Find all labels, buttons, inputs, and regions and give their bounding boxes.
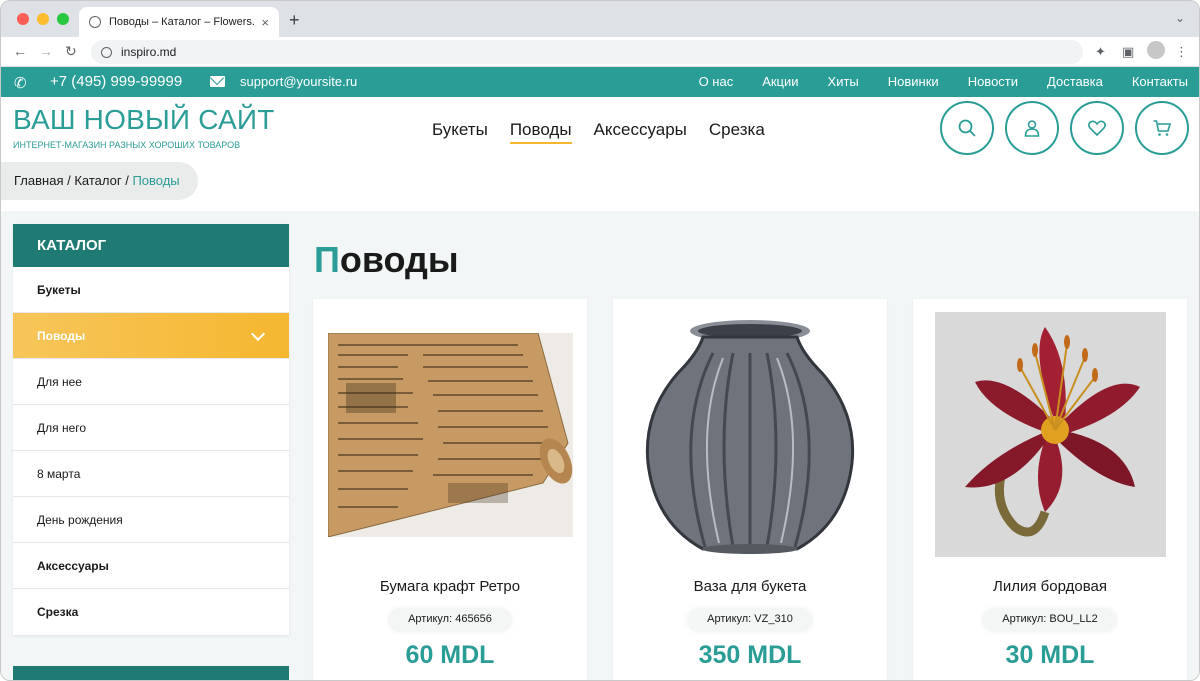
glass-vase-image — [633, 313, 867, 557]
window-controls — [17, 13, 69, 25]
browser-window: Поводы – Каталог – Flowers.Inspiro × + ⌄… — [0, 0, 1200, 681]
back-arrow-icon[interactable]: ← — [13, 43, 27, 59]
product-name[interactable]: Ваза для букета — [613, 578, 887, 595]
cart-button[interactable] — [1135, 101, 1189, 155]
sidebar-item-bouquets[interactable]: Букеты — [13, 267, 289, 313]
page-title-initial: П — [314, 239, 340, 280]
newspaper-kraft-paper-image — [328, 333, 573, 537]
top-nav-about[interactable]: О нас — [699, 74, 734, 89]
tab-bar: Поводы – Каталог – Flowers.Inspiro × + ⌄ — [1, 1, 1199, 37]
burgundy-lily-image — [935, 312, 1166, 557]
mail-icon — [210, 76, 225, 87]
url-input[interactable]: inspiro.md — [91, 40, 1083, 64]
top-nav-news[interactable]: Новости — [968, 74, 1018, 89]
forward-arrow-icon[interactable]: → — [39, 43, 53, 59]
heart-icon — [1088, 120, 1106, 137]
nav-accessories[interactable]: Аксессуары — [594, 120, 687, 144]
page-title-rest: оводы — [339, 239, 459, 280]
menu-icon[interactable]: ⋮ — [1175, 44, 1188, 60]
sidepanel-icon[interactable]: ▣ — [1122, 44, 1134, 60]
breadcrumb: Главная / Каталог / Поводы — [1, 162, 198, 200]
top-nav-new[interactable]: Новинки — [888, 74, 939, 89]
profile-avatar[interactable] — [1147, 41, 1165, 59]
breadcrumb-separator: / — [63, 173, 75, 188]
breadcrumb-separator: / — [121, 173, 133, 188]
account-button[interactable] — [1005, 101, 1059, 155]
breadcrumb-home[interactable]: Главная — [14, 173, 63, 188]
cart-icon — [1153, 120, 1172, 136]
address-bar: ← → ↻ inspiro.md ✦ ▣ ⋮ — [1, 37, 1199, 67]
search-icon — [958, 119, 976, 137]
sidebar-item-label: Поводы — [37, 329, 86, 343]
product-name[interactable]: Бумага крафт Ретро — [313, 578, 587, 595]
top-nav-hits[interactable]: Хиты — [828, 74, 859, 89]
new-tab-button[interactable]: + — [289, 10, 300, 31]
product-name[interactable]: Лилия бордовая — [913, 578, 1187, 595]
sidebar-item-birthday[interactable]: День рождения — [13, 497, 289, 543]
site-info-icon[interactable] — [101, 46, 112, 58]
close-window-button[interactable] — [17, 13, 29, 25]
favorites-button[interactable] — [1070, 101, 1124, 155]
nav-bouquets[interactable]: Букеты — [432, 120, 488, 144]
secondary-sidebar-block — [13, 666, 289, 680]
user-icon — [1024, 120, 1040, 137]
sidebar-item-for-him[interactable]: Для него — [13, 405, 289, 451]
top-nav-promos[interactable]: Акции — [762, 74, 798, 89]
top-nav: О нас Акции Хиты Новинки Новости Доставк… — [699, 74, 1188, 89]
sidebar-item-accessories[interactable]: Аксессуары — [13, 543, 289, 589]
product-image-vase[interactable] — [633, 313, 867, 557]
support-email[interactable]: support@yoursite.ru — [240, 74, 357, 89]
chevron-down-icon — [250, 326, 266, 342]
catalog-title: КАТАЛОГ — [13, 224, 289, 267]
tab-search-icon[interactable]: ⌄ — [1175, 11, 1185, 25]
product-price: 350 MDL — [698, 641, 802, 669]
minimize-window-button[interactable] — [37, 13, 49, 25]
tab-title: Поводы – Каталог – Flowers.Inspiro — [109, 16, 255, 28]
phone-icon: ✆ — [14, 75, 27, 92]
sidebar-item-march-8[interactable]: 8 марта — [13, 451, 289, 497]
top-info-bar: ✆ +7 (495) 999-99999 support@yoursite.ru… — [1, 67, 1199, 97]
product-price: 30 MDL — [1005, 641, 1095, 669]
url-text: inspiro.md — [121, 45, 177, 59]
product-image-lily[interactable] — [935, 312, 1166, 557]
maximize-window-button[interactable] — [57, 13, 69, 25]
product-price: 60 MDL — [405, 641, 495, 669]
phone-number[interactable]: +7 (495) 999-99999 — [50, 73, 182, 90]
product-sku: Артикул: 465656 — [388, 608, 512, 632]
sidebar-item-for-her[interactable]: Для нее — [13, 359, 289, 405]
nav-cut-flowers[interactable]: Срезка — [709, 120, 765, 144]
product-card[interactable]: Ваза для букета Артикул: VZ_310 350 MDL — [613, 299, 887, 680]
browser-tab[interactable]: Поводы – Каталог – Flowers.Inspiro × — [79, 7, 279, 37]
product-card[interactable]: Бумага крафт Ретро Артикул: 465656 60 MD… — [313, 299, 587, 680]
page-title: Поводы — [314, 239, 459, 281]
search-button[interactable] — [940, 101, 994, 155]
breadcrumb-current: Поводы — [132, 173, 180, 188]
extensions-icon[interactable]: ✦ — [1095, 44, 1106, 60]
globe-icon — [89, 16, 101, 28]
top-nav-delivery[interactable]: Доставка — [1047, 74, 1103, 89]
catalog-sidebar: КАТАЛОГ Букеты Поводы Для нее Для него 8… — [13, 224, 289, 635]
top-nav-contacts[interactable]: Контакты — [1132, 74, 1188, 89]
product-card[interactable]: Лилия бордовая Артикул: BOU_LL2 30 MDL — [913, 299, 1187, 680]
reload-icon[interactable]: ↻ — [65, 43, 77, 60]
product-image-kraft-paper[interactable] — [328, 333, 573, 537]
product-sku: Артикул: BOU_LL2 — [982, 608, 1118, 632]
sidebar-item-cut-flowers[interactable]: Срезка — [13, 589, 289, 635]
product-sku: Артикул: VZ_310 — [687, 608, 813, 632]
breadcrumb-catalog[interactable]: Каталог — [74, 173, 121, 188]
site-logo[interactable]: ВАШ НОВЫЙ САЙТ — [13, 104, 275, 136]
site-tagline: ИНТЕРНЕТ-МАГАЗИН РАЗНЫХ ХОРОШИХ ТОВАРОВ — [13, 140, 241, 150]
main-nav: Букеты Поводы Аксессуары Срезка — [432, 120, 765, 144]
tab-close-icon[interactable]: × — [261, 15, 269, 30]
nav-occasions[interactable]: Поводы — [509, 120, 572, 144]
sidebar-item-occasions[interactable]: Поводы — [13, 313, 289, 359]
